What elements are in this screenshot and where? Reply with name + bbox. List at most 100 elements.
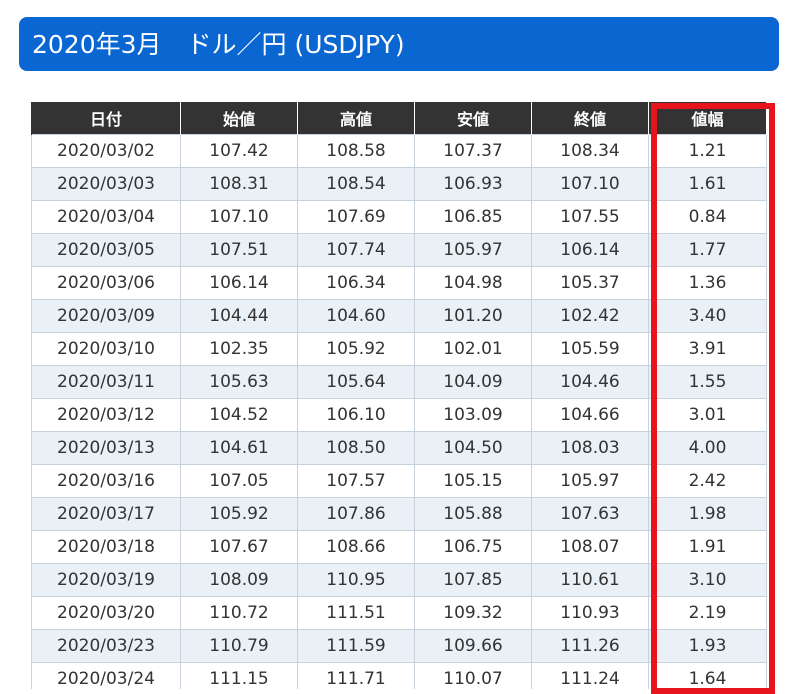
- header-high: 高値: [297, 102, 415, 135]
- cell-high: 111.59: [297, 629, 415, 663]
- cell-open: 107.67: [180, 530, 298, 564]
- cell-low: 105.15: [414, 464, 532, 498]
- cell-high: 111.71: [297, 662, 415, 689]
- table-row: 2020/03/10 102.35 105.92 102.01 105.59 3.91: [31, 332, 767, 366]
- cell-close: 111.24: [531, 662, 649, 689]
- cell-close: 106.14: [531, 233, 649, 267]
- cell-range: 1.93: [648, 629, 767, 663]
- cell-range: 1.61: [648, 167, 767, 201]
- cell-high: 110.95: [297, 563, 415, 597]
- cell-high: 108.54: [297, 167, 415, 201]
- cell-date: 2020/03/11: [31, 365, 181, 399]
- cell-range: 3.40: [648, 299, 767, 333]
- cell-range: 1.98: [648, 497, 767, 531]
- cell-close: 107.55: [531, 200, 649, 234]
- cell-close: 105.59: [531, 332, 649, 366]
- cell-open: 107.42: [180, 134, 298, 168]
- cell-date: 2020/03/13: [31, 431, 181, 465]
- cell-open: 105.63: [180, 365, 298, 399]
- cell-close: 108.34: [531, 134, 649, 168]
- page-title: 2020年3月 ドル／円 (USDJPY): [19, 17, 779, 71]
- cell-low: 104.09: [414, 365, 532, 399]
- cell-high: 106.34: [297, 266, 415, 300]
- table-row: 2020/03/12 104.52 106.10 103.09 104.66 3.01: [31, 398, 767, 432]
- cell-date: 2020/03/16: [31, 464, 181, 498]
- cell-range: 2.42: [648, 464, 767, 498]
- cell-high: 107.86: [297, 497, 415, 531]
- cell-close: 110.61: [531, 563, 649, 597]
- header-date: 日付: [31, 102, 181, 135]
- cell-low: 105.97: [414, 233, 532, 267]
- cell-date: 2020/03/20: [31, 596, 181, 630]
- cell-range: 1.64: [648, 662, 767, 689]
- table-row: 2020/03/03 108.31 108.54 106.93 107.10 1.61: [31, 167, 767, 201]
- table-row: 2020/03/05 107.51 107.74 105.97 106.14 1.77: [31, 233, 767, 267]
- cell-range: 3.91: [648, 332, 767, 366]
- cell-close: 107.63: [531, 497, 649, 531]
- cell-close: 108.03: [531, 431, 649, 465]
- cell-low: 107.85: [414, 563, 532, 597]
- cell-low: 104.98: [414, 266, 532, 300]
- header-low: 安値: [414, 102, 532, 135]
- table-row: 2020/03/02 107.42 108.58 107.37 108.34 1.21: [31, 134, 767, 168]
- table-row: 2020/03/04 107.10 107.69 106.85 107.55 0.84: [31, 200, 767, 234]
- cell-close: 105.97: [531, 464, 649, 498]
- cell-low: 106.93: [414, 167, 532, 201]
- cell-close: 104.46: [531, 365, 649, 399]
- cell-range: 1.21: [648, 134, 767, 168]
- cell-range: 1.36: [648, 266, 767, 300]
- cell-open: 107.51: [180, 233, 298, 267]
- cell-low: 107.37: [414, 134, 532, 168]
- cell-range: 3.10: [648, 563, 767, 597]
- table-row: 2020/03/23 110.79 111.59 109.66 111.26 1.93: [31, 629, 767, 663]
- cell-date: 2020/03/12: [31, 398, 181, 432]
- header-range: 値幅: [648, 102, 767, 135]
- cell-close: 111.26: [531, 629, 649, 663]
- cell-range: 1.77: [648, 233, 767, 267]
- cell-low: 109.32: [414, 596, 532, 630]
- cell-date: 2020/03/05: [31, 233, 181, 267]
- cell-low: 103.09: [414, 398, 532, 432]
- cell-date: 2020/03/19: [31, 563, 181, 597]
- table-row: 2020/03/24 111.15 111.71 110.07 111.24 1.64: [31, 662, 767, 689]
- cell-open: 105.92: [180, 497, 298, 531]
- table-row: 2020/03/18 107.67 108.66 106.75 108.07 1.91: [31, 530, 767, 564]
- cell-high: 107.74: [297, 233, 415, 267]
- cell-date: 2020/03/18: [31, 530, 181, 564]
- cell-range: 2.19: [648, 596, 767, 630]
- cell-low: 105.88: [414, 497, 532, 531]
- table-row: 2020/03/09 104.44 104.60 101.20 102.42 3.40: [31, 299, 767, 333]
- cell-high: 111.51: [297, 596, 415, 630]
- cell-date: 2020/03/06: [31, 266, 181, 300]
- cell-open: 107.10: [180, 200, 298, 234]
- cell-low: 110.07: [414, 662, 532, 689]
- table-row: 2020/03/16 107.05 107.57 105.15 105.97 2.42: [31, 464, 767, 498]
- cell-high: 104.60: [297, 299, 415, 333]
- cell-open: 102.35: [180, 332, 298, 366]
- cell-open: 104.61: [180, 431, 298, 465]
- cell-open: 104.44: [180, 299, 298, 333]
- cell-date: 2020/03/23: [31, 629, 181, 663]
- table-row: 2020/03/11 105.63 105.64 104.09 104.46 1.55: [31, 365, 767, 399]
- cell-high: 107.57: [297, 464, 415, 498]
- cell-range: 0.84: [648, 200, 767, 234]
- cell-open: 108.09: [180, 563, 298, 597]
- cell-open: 110.72: [180, 596, 298, 630]
- header-open: 始値: [180, 102, 298, 135]
- cell-low: 104.50: [414, 431, 532, 465]
- cell-high: 108.58: [297, 134, 415, 168]
- cell-low: 106.85: [414, 200, 532, 234]
- cell-high: 107.69: [297, 200, 415, 234]
- cell-range: 1.55: [648, 365, 767, 399]
- cell-open: 106.14: [180, 266, 298, 300]
- cell-low: 106.75: [414, 530, 532, 564]
- table-row: 2020/03/06 106.14 106.34 104.98 105.37 1.36: [31, 266, 767, 300]
- table-body: 2020/03/02 107.42 108.58 107.37 108.34 1.21 20…: [31, 134, 767, 689]
- cell-high: 105.64: [297, 365, 415, 399]
- cell-close: 105.37: [531, 266, 649, 300]
- cell-date: 2020/03/24: [31, 662, 181, 689]
- cell-open: 110.79: [180, 629, 298, 663]
- cell-close: 104.66: [531, 398, 649, 432]
- cell-range: 4.00: [648, 431, 767, 465]
- cell-date: 2020/03/02: [31, 134, 181, 168]
